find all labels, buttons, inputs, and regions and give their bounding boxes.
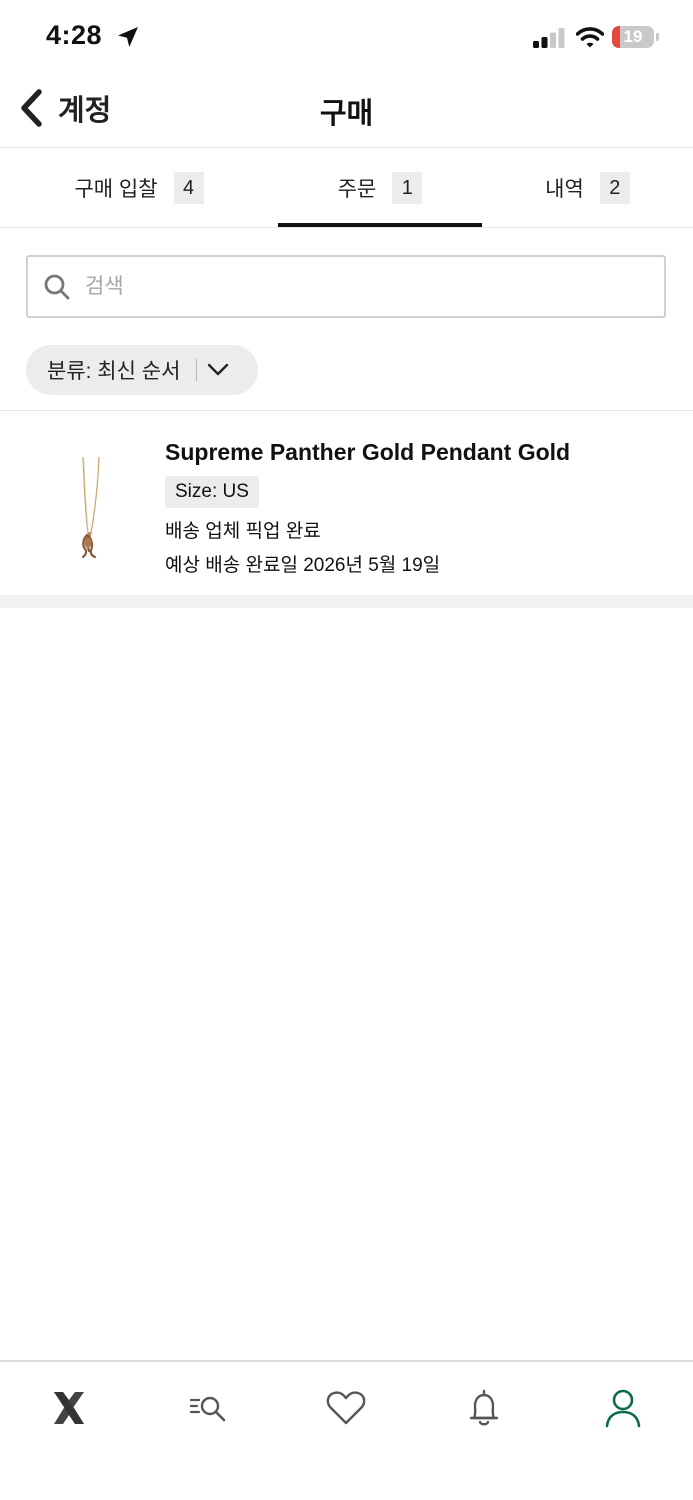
- nav-search[interactable]: [184, 1386, 232, 1430]
- nav-notifications[interactable]: [460, 1386, 508, 1430]
- search-list-icon: [189, 1396, 226, 1422]
- nav-header: 계정 구매: [0, 72, 693, 148]
- purchase-tabs: 구매 입찰 4 주문 1 내역 2: [0, 149, 693, 228]
- sort-dropdown[interactable]: 분류: 최신 순서: [26, 345, 258, 395]
- wifi-icon: [576, 27, 604, 48]
- tab-count-badge: 2: [599, 172, 630, 204]
- tab-label: 주문: [337, 178, 377, 201]
- location-arrow-icon: [118, 27, 138, 47]
- tab-label: 구매 입찰: [74, 178, 158, 201]
- tab-count-badge: 1: [392, 172, 423, 204]
- battery-icon: 19: [612, 26, 654, 48]
- page-title: 구매: [319, 98, 374, 130]
- status-time: 4:28: [46, 20, 103, 50]
- nav-profile[interactable]: [599, 1386, 647, 1430]
- active-tab-indicator: [278, 223, 482, 227]
- bottom-nav: [0, 1360, 693, 1500]
- purchases-screen: 4:28 19 계정 구매 구매 입찰 4 주문 1 내역 2 검색 분류: 최…: [0, 0, 693, 1500]
- home-x-icon: [54, 1392, 84, 1424]
- search-icon: [44, 274, 70, 299]
- tab-bids[interactable]: 구매 입찰 4: [0, 149, 278, 227]
- bell-icon: [469, 1389, 499, 1426]
- tab-orders[interactable]: 주문 1: [278, 149, 482, 227]
- nav-home[interactable]: [45, 1386, 93, 1430]
- tab-history[interactable]: 내역 2: [482, 149, 693, 227]
- nav-favorites[interactable]: [322, 1386, 370, 1430]
- status-bar: 4:28 19: [0, 0, 693, 72]
- size-badge: Size: US: [165, 476, 259, 508]
- heart-icon: [326, 1391, 366, 1425]
- sort-divider: [196, 359, 198, 381]
- tab-count-badge: 4: [173, 172, 204, 204]
- tab-label: 내역: [545, 178, 584, 201]
- battery-level: 19: [623, 27, 643, 46]
- cellular-signal-icon: [533, 28, 565, 48]
- search-input[interactable]: [85, 274, 645, 299]
- product-name: Supreme Panther Gold Pendant Gold: [165, 439, 571, 465]
- section-separator: [0, 595, 693, 608]
- search-box[interactable]: [26, 255, 666, 318]
- profile-icon: [605, 1389, 641, 1428]
- pendant-product-image: [81, 456, 100, 559]
- battery-cap: [656, 33, 659, 41]
- order-list-item[interactable]: Supreme Panther Gold Pendant Gold Size: …: [0, 411, 693, 595]
- sort-label: 분류: 최신 순서: [47, 360, 181, 383]
- order-status: 배송 업체 픽업 완료: [165, 521, 321, 542]
- chevron-down-icon: [208, 363, 229, 376]
- estimated-delivery: 예상 배송 완료일 2026년 5월 19일: [165, 555, 441, 576]
